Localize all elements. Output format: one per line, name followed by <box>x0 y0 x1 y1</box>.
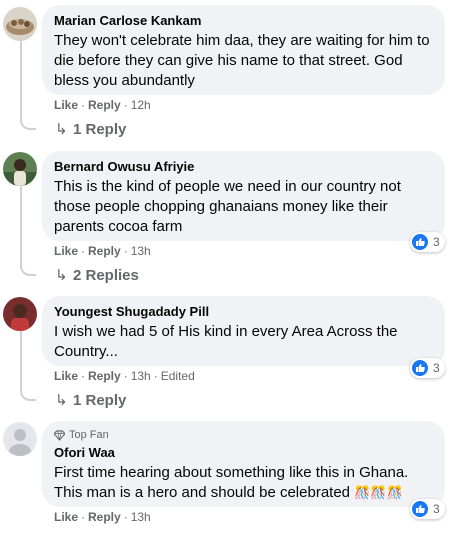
view-replies-link[interactable]: ↳ 2 Replies <box>55 266 139 286</box>
separator-dot: · <box>123 244 128 258</box>
separator-dot: · <box>81 510 86 524</box>
comment-author[interactable]: Youngest Shugadady Pill <box>54 303 433 320</box>
separator-dot: · <box>123 510 128 524</box>
comment-text-line: First time hearing about something like … <box>54 464 409 481</box>
comment-author[interactable]: Marian Carlose Kankam <box>54 12 433 29</box>
comment-time[interactable]: 13h <box>131 369 151 383</box>
comment-text-line: those people chopping ghanaians money li… <box>54 198 388 215</box>
avatar[interactable] <box>3 7 37 41</box>
comment-text-line: This man is a hero and should be celebra… <box>54 484 351 501</box>
top-fan-badge: Top Fan <box>54 428 433 442</box>
thread-line <box>20 186 22 266</box>
like-reaction-icon <box>412 234 428 250</box>
reply-connector <box>20 118 36 130</box>
reply-button[interactable]: Reply <box>88 369 121 383</box>
comment-text-line: I wish we had 5 of His kind in every Are… <box>54 323 398 340</box>
like-reaction-icon <box>412 360 428 376</box>
comment-bubble: Bernard Owusu Afriyie This is the kind o… <box>42 151 445 241</box>
comment-bubble: Top Fan Ofori Waa First time hearing abo… <box>42 421 445 507</box>
comment-text-line: parents cocoa farm <box>54 218 183 235</box>
comment-text-line: Country... <box>54 343 118 360</box>
reply-button[interactable]: Reply <box>88 244 121 258</box>
edited-label: Edited <box>160 369 195 383</box>
comment-bubble: Youngest Shugadady Pill I wish we had 5 … <box>42 296 445 366</box>
like-button[interactable]: Like <box>54 369 78 383</box>
separator-dot: · <box>123 369 128 383</box>
view-replies-link[interactable]: ↳ 1 Reply <box>55 120 126 140</box>
reply-arrow-icon: ↳ <box>55 121 68 138</box>
confetti-emoji: 🎊🎊🎊 <box>354 485 403 500</box>
comment-author[interactable]: Bernard Owusu Afriyie <box>54 158 433 175</box>
comment-time[interactable]: 13h <box>131 510 151 524</box>
comment-actions: Like · Reply · 12h <box>54 97 151 113</box>
avatar[interactable] <box>3 297 37 331</box>
comment-actions: Like · Reply · 13h <box>54 509 151 525</box>
reaction-summary[interactable]: 3 <box>410 358 445 378</box>
like-button[interactable]: Like <box>54 510 78 524</box>
separator-dot: · <box>123 98 128 112</box>
view-replies-link[interactable]: ↳ 1 Reply <box>55 391 126 411</box>
reaction-count: 3 <box>433 235 440 249</box>
replies-label: 2 Replies <box>73 267 139 284</box>
reaction-summary[interactable]: 3 <box>410 232 445 252</box>
comment-author[interactable]: Ofori Waa <box>54 444 433 461</box>
reply-button[interactable]: Reply <box>88 510 121 524</box>
reply-connector <box>20 389 36 401</box>
separator-dot: · <box>81 244 86 258</box>
diamond-icon <box>54 429 65 441</box>
comment-text-line: This is the kind of people we need in ou… <box>54 178 401 195</box>
top-fan-label: Top Fan <box>69 429 109 441</box>
reply-arrow-icon: ↳ <box>55 392 68 409</box>
like-reaction-icon <box>412 501 428 517</box>
comment-text: First time hearing about something like … <box>54 463 433 503</box>
separator-dot: · <box>81 369 86 383</box>
separator-dot: · <box>81 98 86 112</box>
separator-dot: · <box>153 369 158 383</box>
comment-text-line: They won't celebrate him daa, they are w… <box>54 32 430 49</box>
replies-label: 1 Reply <box>73 392 127 409</box>
reaction-count: 3 <box>433 361 440 375</box>
comment-text-line: bless you abundantly <box>54 72 195 89</box>
reaction-summary[interactable]: 3 <box>410 499 445 519</box>
comment-time[interactable]: 13h <box>131 244 151 258</box>
comment-text: I wish we had 5 of His kind in every Are… <box>54 322 433 362</box>
comment-text: This is the kind of people we need in ou… <box>54 177 433 237</box>
comment-time[interactable]: 12h <box>131 98 151 112</box>
thread-line <box>20 331 22 391</box>
reply-arrow-icon: ↳ <box>55 267 68 284</box>
thread-line <box>20 40 22 120</box>
reaction-count: 3 <box>433 502 440 516</box>
reply-button[interactable]: Reply <box>88 98 121 112</box>
like-button[interactable]: Like <box>54 98 78 112</box>
avatar[interactable] <box>3 422 37 456</box>
like-button[interactable]: Like <box>54 244 78 258</box>
comment-actions: Like · Reply · 13h <box>54 243 151 259</box>
comment-bubble: Marian Carlose Kankam They won't celebra… <box>42 5 445 95</box>
comment-text-line: die before they can give his name to tha… <box>54 52 403 69</box>
reply-connector <box>20 264 36 276</box>
comment-text: They won't celebrate him daa, they are w… <box>54 31 433 91</box>
avatar[interactable] <box>3 152 37 186</box>
comment-actions: Like · Reply · 13h · Edited <box>54 368 195 384</box>
replies-label: 1 Reply <box>73 121 127 138</box>
